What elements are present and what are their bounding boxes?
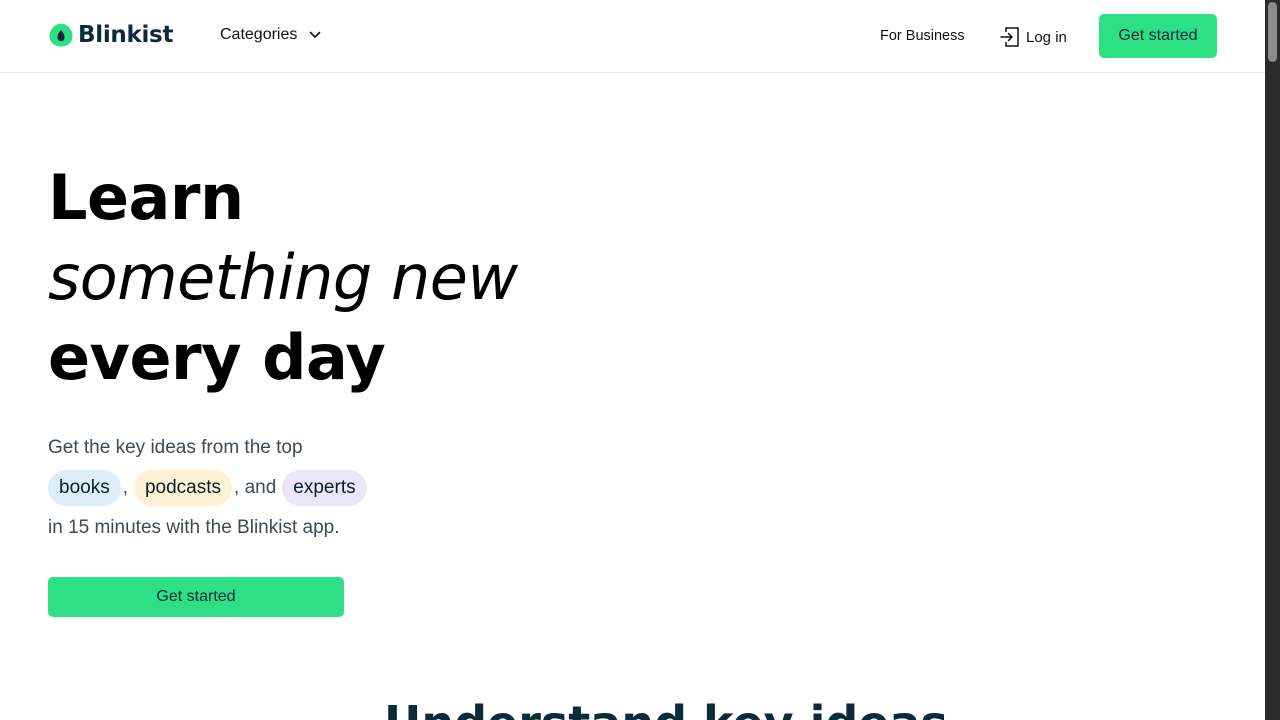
site-header: Blinkist Categories For Business Log in … — [0, 0, 1265, 73]
separator-comma: , — [122, 477, 128, 498]
login-label: Log in — [1026, 28, 1067, 46]
subtitle-text-1: Get the key ideas from the top — [48, 437, 303, 458]
hero-get-started-button[interactable]: Get started — [48, 577, 344, 617]
headline-line-3: every day — [48, 321, 386, 394]
scrollbar-thumb[interactable] — [1268, 2, 1277, 62]
hero-subtitle: Get the key ideas from the top books , p… — [48, 428, 367, 548]
page-scrollbar[interactable] — [1265, 0, 1280, 720]
next-section-title: Understand key ideas — [384, 696, 948, 720]
books-pill: books — [48, 470, 121, 506]
login-link[interactable]: Log in — [1000, 26, 1067, 48]
blinkist-logo[interactable]: Blinkist — [48, 22, 173, 48]
logo-text: Blinkist — [78, 22, 174, 48]
headline-line-1: Learn — [48, 161, 244, 234]
blinkist-logo-icon — [49, 23, 73, 47]
experts-pill: experts — [282, 470, 367, 506]
hero-headline: Learn something new every day — [48, 158, 518, 398]
categories-dropdown[interactable]: Categories — [220, 26, 321, 44]
header-get-started-button[interactable]: Get started — [1099, 14, 1217, 58]
subtitle-text-3: in 15 minutes with the Blinkist app. — [48, 517, 340, 538]
subtitle-row-1: Get the key ideas from the top — [48, 428, 367, 468]
subtitle-row-3: in 15 minutes with the Blinkist app. — [48, 508, 367, 548]
login-icon — [1000, 27, 1019, 47]
podcasts-pill: podcasts — [133, 470, 233, 506]
headline-line-2: something new — [48, 241, 518, 314]
categories-label: Categories — [220, 26, 298, 43]
chevron-down-icon — [309, 31, 321, 39]
separator-and: , and — [234, 477, 277, 498]
subtitle-row-2: books , podcasts , and experts — [48, 468, 367, 508]
for-business-link[interactable]: For Business — [880, 28, 965, 44]
